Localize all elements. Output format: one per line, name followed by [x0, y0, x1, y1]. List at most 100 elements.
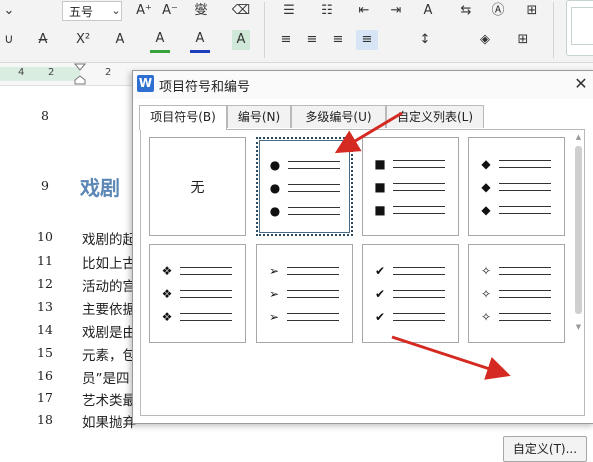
show-marks-icon[interactable]: Ⓐ — [488, 1, 508, 21]
checkmark-bullet-icon: ✔ — [374, 287, 386, 301]
preview-line — [287, 297, 339, 298]
preview-line — [499, 320, 551, 321]
bullet-preview-row: ✧ — [479, 309, 559, 325]
document-line: 艺术类最 — [82, 393, 136, 409]
chevron-down-icon[interactable]: ⌄ — [110, 1, 122, 21]
arrowhead-bullet-icon: ➢ — [268, 287, 280, 301]
line-number: 14 — [37, 322, 53, 337]
close-icon[interactable]: ✕ — [571, 74, 591, 93]
scroll-thumb[interactable] — [575, 146, 582, 314]
bullet-preview-row: ➢ — [267, 309, 347, 325]
strikethrough-icon[interactable]: A — [32, 30, 54, 50]
none-label: 无 — [190, 179, 205, 196]
preview-line — [393, 160, 445, 161]
bullet-option-filled-diamond[interactable]: ◆ ◆ ◆ — [468, 137, 565, 236]
justify-icon[interactable]: ≡ — [356, 30, 378, 50]
clear-format-icon[interactable]: ⌫ — [230, 1, 252, 21]
tab-numbering[interactable]: 编号(N) — [227, 105, 291, 128]
bullet-preview-row: ❖ — [160, 286, 240, 302]
gallery-scrollbar[interactable]: ▲ ▼ — [574, 132, 583, 333]
filled-circle-bullet-icon: ● — [269, 204, 281, 218]
tab-bullets[interactable]: 项目符号(B) — [139, 105, 227, 130]
indent-marker[interactable] — [74, 63, 86, 85]
bullet-list-icon[interactable]: ☰ — [276, 1, 302, 21]
bullet-preview-row: ● — [268, 180, 348, 196]
document-line: 员”是四 — [82, 371, 130, 387]
bullet-option-arrowhead[interactable]: ➢ ➢ ➢ — [256, 244, 353, 343]
ribbon-toolbar: ⌄ 五号 ⌄ A⁺ A⁻ 燮 ⌫ ☰ ☷ ⇤ ⇥ A ⇆ Ⓐ ⊞ ∪ A X² … — [0, 0, 593, 63]
preview-line — [499, 313, 551, 314]
shrink-font-icon[interactable]: A⁻ — [160, 1, 180, 21]
bullet-option-none[interactable]: 无 — [149, 137, 246, 236]
align-right-icon[interactable]: ≡ — [328, 30, 348, 50]
filled-square-bullet-icon: ■ — [374, 180, 386, 194]
four-diamond-bullet-icon: ❖ — [161, 310, 173, 324]
table-icon[interactable]: ⊞ — [522, 1, 542, 21]
document-line: 戏剧的起 — [82, 232, 136, 248]
style-gallery[interactable] — [566, 0, 593, 56]
grow-font-icon[interactable]: A⁺ — [134, 1, 154, 21]
align-center-icon[interactable]: ≡ — [302, 30, 322, 50]
phonetic-guide-icon[interactable]: 燮 — [190, 1, 212, 21]
align-left-icon[interactable]: ≡ — [276, 30, 296, 50]
line-number: 13 — [37, 299, 53, 314]
scroll-up-icon[interactable]: ▲ — [574, 132, 583, 142]
filled-circle-bullet-icon: ● — [269, 158, 281, 172]
bullet-preview-row: ● — [268, 157, 348, 173]
bullet-option-checkmark[interactable]: ✔ ✔ ✔ — [362, 244, 459, 343]
customize-button[interactable]: 自定义(T)... — [503, 436, 587, 462]
tab-custom-list[interactable]: 自定义列表(L) — [386, 105, 484, 128]
checkmark-bullet-icon: ✔ — [374, 264, 386, 278]
text-direction-icon[interactable]: A — [418, 1, 438, 21]
underline-dropdown-icon[interactable]: ∪ — [0, 30, 18, 50]
bullet-preview-row: ■ — [373, 156, 453, 172]
dialog-titlebar[interactable]: W 项目符号和编号 ✕ — [133, 71, 593, 99]
font-color-icon[interactable]: A — [190, 30, 210, 53]
filled-diamond-bullet-icon: ◆ — [481, 203, 491, 217]
bullet-option-filled-square[interactable]: ■ ■ ■ — [362, 137, 459, 236]
bullet-preview-row: ➢ — [267, 286, 347, 302]
line-number: 12 — [37, 276, 53, 291]
decrease-indent-icon[interactable]: ⇤ — [354, 1, 374, 21]
bullet-preview-row: ✧ — [479, 263, 559, 279]
char-shading-icon[interactable]: A — [232, 30, 250, 50]
bullet-preview-row: ■ — [373, 179, 453, 195]
arrowhead-bullet-icon: ➢ — [268, 310, 280, 324]
preview-line — [393, 206, 445, 207]
preview-line — [499, 297, 551, 298]
superscript-icon[interactable]: X² — [72, 30, 94, 50]
highlight-color-icon[interactable]: A — [150, 30, 170, 53]
tab-multilevel[interactable]: 多级编号(U) — [291, 105, 386, 128]
document-gutter — [0, 86, 28, 422]
font-dropdown-arrow[interactable]: ⌄ — [0, 1, 18, 21]
bullet-option-four-diamond[interactable]: ❖ ❖ ❖ — [149, 244, 246, 343]
line-number: 16 — [37, 368, 53, 383]
preview-line — [288, 214, 340, 215]
sort-icon[interactable]: ⇆ — [456, 1, 476, 21]
bullet-option-filled-circle[interactable]: ● ● ● — [256, 137, 353, 236]
four-diamond-bullet-icon: ❖ — [161, 287, 173, 301]
increase-indent-icon[interactable]: ⇥ — [386, 1, 406, 21]
shading-icon[interactable]: ◈ — [474, 30, 496, 50]
preview-line — [288, 184, 340, 185]
document-line: 如果抛弃 — [82, 415, 136, 431]
bullet-preview-row: ● — [268, 203, 348, 219]
bullet-preview-row: ❖ — [160, 309, 240, 325]
preview-line — [393, 183, 445, 184]
dialog-title: 项目符号和编号 — [159, 80, 251, 95]
star-4-bullet-icon: ✧ — [480, 287, 492, 301]
border-icon[interactable]: ⊞ — [512, 30, 534, 50]
bullet-preview-row: ✔ — [373, 263, 453, 279]
bullet-preview-row: ◆ — [479, 156, 559, 172]
scroll-down-icon[interactable]: ▼ — [574, 322, 583, 332]
text-effect-icon[interactable]: A — [110, 30, 130, 50]
line-spacing-icon[interactable]: ↕ — [414, 30, 436, 50]
preview-line — [393, 297, 445, 298]
ruler-number: 2 — [48, 67, 55, 78]
bullet-option-star[interactable]: ✧ ✧ ✧ — [468, 244, 565, 343]
bullet-preview-row: ❖ — [160, 263, 240, 279]
four-diamond-bullet-icon: ❖ — [161, 264, 173, 278]
bullets-numbering-dialog: W 项目符号和编号 ✕ 项目符号(B) 编号(N) 多级编号(U) 自定义列表(… — [132, 70, 593, 462]
numbered-list-icon[interactable]: ☷ — [314, 1, 340, 21]
preview-line — [393, 213, 445, 214]
